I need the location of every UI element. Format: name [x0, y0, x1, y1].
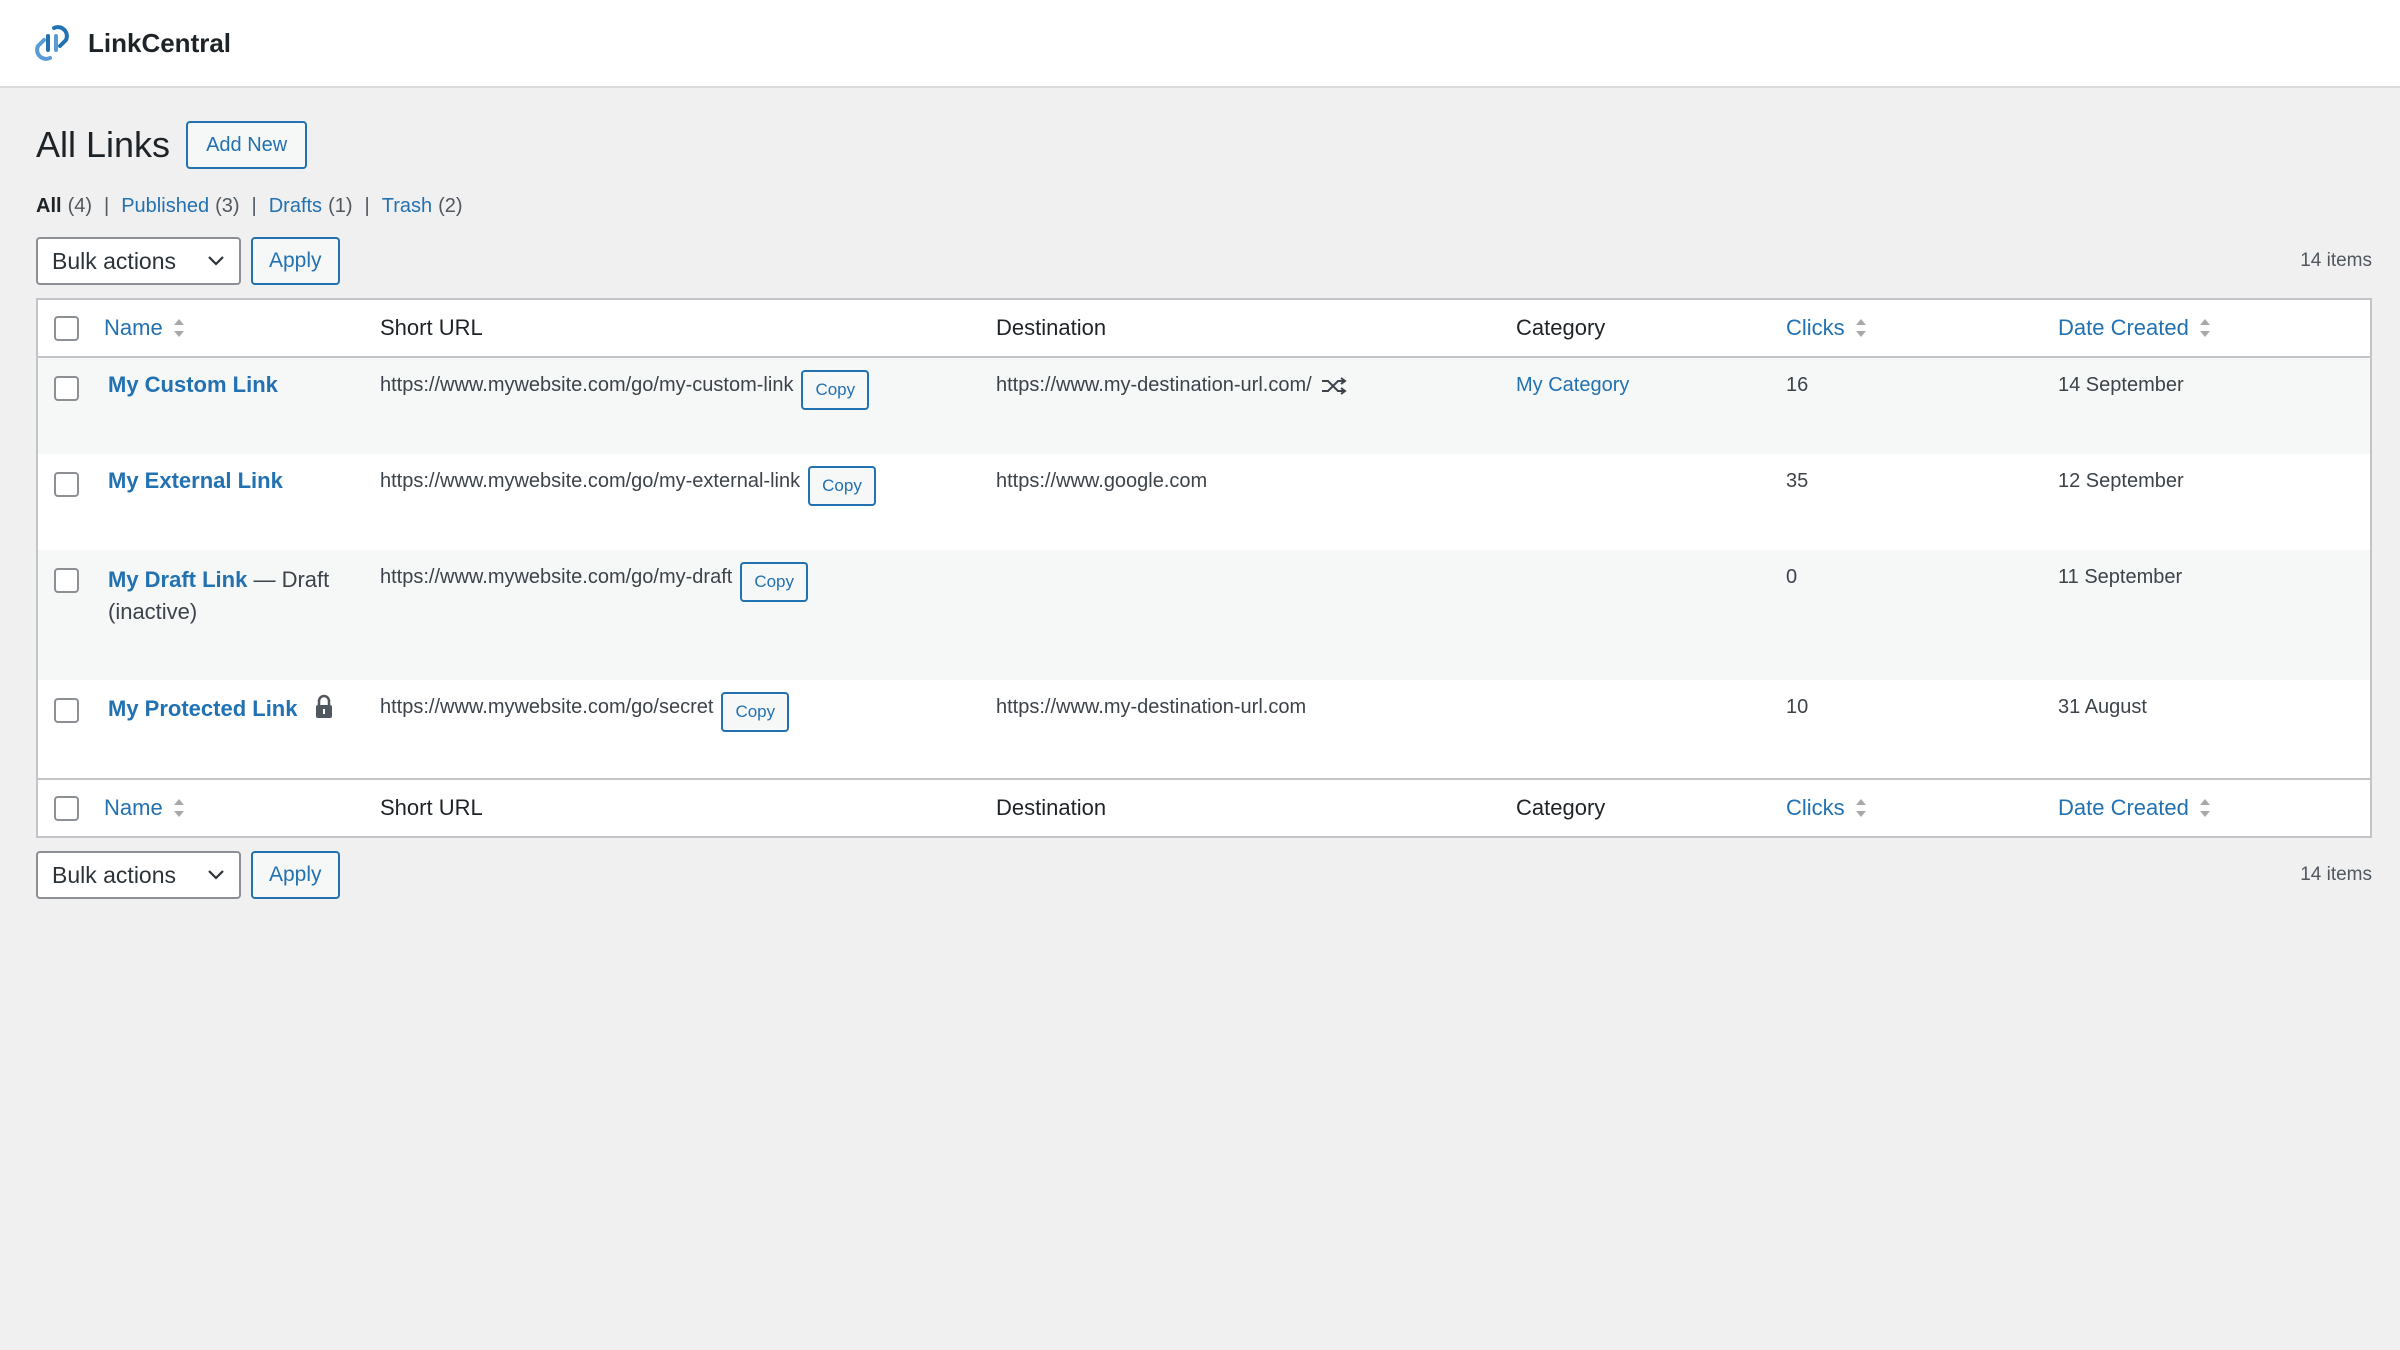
- title-row: All Links Add New: [36, 120, 2372, 170]
- links-table: Name Short URL Destination Category Clic…: [36, 298, 2372, 838]
- row-clicks: 35: [1786, 470, 1809, 492]
- sort-icon: [2199, 319, 2210, 337]
- row-date: 11 September: [2058, 566, 2183, 588]
- filter-trash-count: (2): [438, 194, 463, 217]
- table-footer: Name Short URL Destination Category Clic…: [38, 778, 2370, 836]
- row-date: 14 September: [2058, 374, 2184, 396]
- row-destination: https://www.my-destination-url.com: [996, 696, 1307, 718]
- column-clicks-sort[interactable]: Clicks: [1786, 315, 1867, 341]
- chevron-down-icon: [208, 870, 224, 880]
- chevron-down-icon: [208, 256, 224, 266]
- row-checkbox[interactable]: [54, 568, 79, 593]
- top-bar: LinkCentral: [0, 0, 2400, 88]
- filter-separator: |: [251, 194, 257, 217]
- column-short-url-footer: Short URL: [380, 795, 483, 820]
- row-short-url: https://www.mywebsite.com/go/my-draft: [380, 566, 733, 588]
- row-clicks: 10: [1786, 696, 1809, 718]
- add-new-button[interactable]: Add New: [186, 121, 308, 169]
- apply-button[interactable]: Apply: [251, 237, 340, 285]
- filter-all-count: (4): [67, 194, 93, 217]
- row-checkbox[interactable]: [54, 698, 79, 723]
- row-short-url: https://www.mywebsite.com/go/secret: [380, 696, 714, 718]
- bulk-actions-value: Bulk actions: [52, 247, 177, 274]
- app-brand: LinkCentral: [88, 27, 232, 58]
- row-checkbox[interactable]: [54, 376, 79, 401]
- row-short-url: https://www.mywebsite.com/go/my-custom-l…: [380, 374, 794, 396]
- column-date-sort[interactable]: Date Created: [2058, 315, 2211, 341]
- row-clicks: 0: [1786, 566, 1798, 588]
- sort-icon: [2199, 799, 2210, 817]
- column-clicks-sort-footer[interactable]: Clicks: [1786, 795, 1867, 821]
- items-count-bottom: 14 items: [2300, 864, 2372, 885]
- column-clicks-label: Clicks: [1786, 795, 1845, 820]
- column-name-label: Name: [104, 315, 163, 340]
- row-category: [1516, 550, 1786, 566]
- filter-drafts[interactable]: Drafts: [269, 195, 322, 217]
- select-all-checkbox-footer[interactable]: [54, 795, 79, 821]
- filter-all[interactable]: All: [36, 195, 62, 217]
- filter-separator: |: [364, 194, 370, 217]
- status-filters: All (4) | Published (3) | Drafts (1) | Tras…: [36, 192, 2372, 220]
- column-short-url: Short URL: [380, 315, 483, 340]
- sort-icon: [1855, 319, 1866, 337]
- shuffle-icon: [1321, 376, 1347, 395]
- column-category: Category: [1516, 315, 1606, 340]
- row-name-link[interactable]: My Protected Link: [108, 696, 297, 721]
- filter-separator: |: [104, 194, 110, 217]
- row-destination: [996, 550, 1516, 566]
- row-name-link[interactable]: My Custom Link: [108, 372, 278, 397]
- copy-button[interactable]: Copy: [740, 562, 809, 602]
- main-content: All Links Add New All (4) | Published (3) …: [36, 88, 2372, 900]
- column-name-sort[interactable]: Name: [104, 315, 185, 341]
- row-category: [1516, 680, 1786, 696]
- row-destination: https://www.my-destination-url.com/: [996, 374, 1312, 396]
- row-category-link[interactable]: My Category: [1516, 374, 1629, 396]
- bulk-actions-value: Bulk actions: [52, 861, 177, 888]
- table-row: My Custom Link https://www.mywebsite.com…: [38, 358, 2370, 454]
- select-all-checkbox[interactable]: [54, 315, 79, 341]
- column-destination: Destination: [996, 315, 1107, 340]
- table-row: My Draft Link — Draft (inactive) https:/…: [38, 550, 2370, 680]
- column-date-sort-footer[interactable]: Date Created: [2058, 795, 2211, 821]
- copy-button[interactable]: Copy: [801, 370, 870, 410]
- filter-trash[interactable]: Trash: [382, 195, 432, 217]
- table-row: My External Link https://www.mywebsite.c…: [38, 454, 2370, 550]
- tablenav-bottom: Bulk actions Apply 14 items: [36, 850, 2372, 900]
- sort-icon: [173, 799, 184, 817]
- lock-icon: [315, 694, 332, 718]
- filter-drafts-count: (1): [328, 194, 353, 217]
- linkcentral-logo-icon: [35, 25, 69, 61]
- row-destination: https://www.google.com: [996, 470, 1208, 492]
- filter-published[interactable]: Published: [121, 195, 209, 217]
- row-clicks: 16: [1786, 374, 1809, 396]
- filter-published-count: (3): [215, 194, 240, 217]
- column-name-sort-footer[interactable]: Name: [104, 795, 185, 821]
- row-date: 31 August: [2058, 696, 2147, 718]
- column-category-footer: Category: [1516, 795, 1606, 820]
- row-checkbox[interactable]: [54, 472, 79, 497]
- items-count: 14 items: [2300, 250, 2372, 271]
- row-date: 12 September: [2058, 470, 2184, 492]
- sort-icon: [1855, 799, 1866, 817]
- row-short-url: https://www.mywebsite.com/go/my-external…: [380, 470, 801, 492]
- column-date-label: Date Created: [2058, 795, 2189, 820]
- sort-icon: [173, 319, 184, 337]
- bulk-actions-select[interactable]: Bulk actions: [36, 237, 241, 285]
- row-name-link[interactable]: My External Link: [108, 468, 283, 493]
- column-date-label: Date Created: [2058, 315, 2189, 340]
- row-name-link[interactable]: My Draft Link: [108, 567, 247, 592]
- page-title: All Links: [36, 124, 171, 165]
- bulk-actions-select-bottom[interactable]: Bulk actions: [36, 851, 241, 899]
- table-row: My Protected Link https://www.mywebsite.…: [38, 680, 2370, 778]
- apply-button-bottom[interactable]: Apply: [251, 851, 340, 899]
- column-clicks-label: Clicks: [1786, 315, 1845, 340]
- tablenav-top: Bulk actions Apply 14 items: [36, 236, 2372, 286]
- table-header: Name Short URL Destination Category Clic…: [38, 300, 2370, 358]
- column-destination-footer: Destination: [996, 795, 1107, 820]
- column-name-label: Name: [104, 795, 163, 820]
- copy-button[interactable]: Copy: [808, 466, 876, 506]
- row-category: [1516, 454, 1786, 470]
- copy-button[interactable]: Copy: [721, 692, 790, 732]
